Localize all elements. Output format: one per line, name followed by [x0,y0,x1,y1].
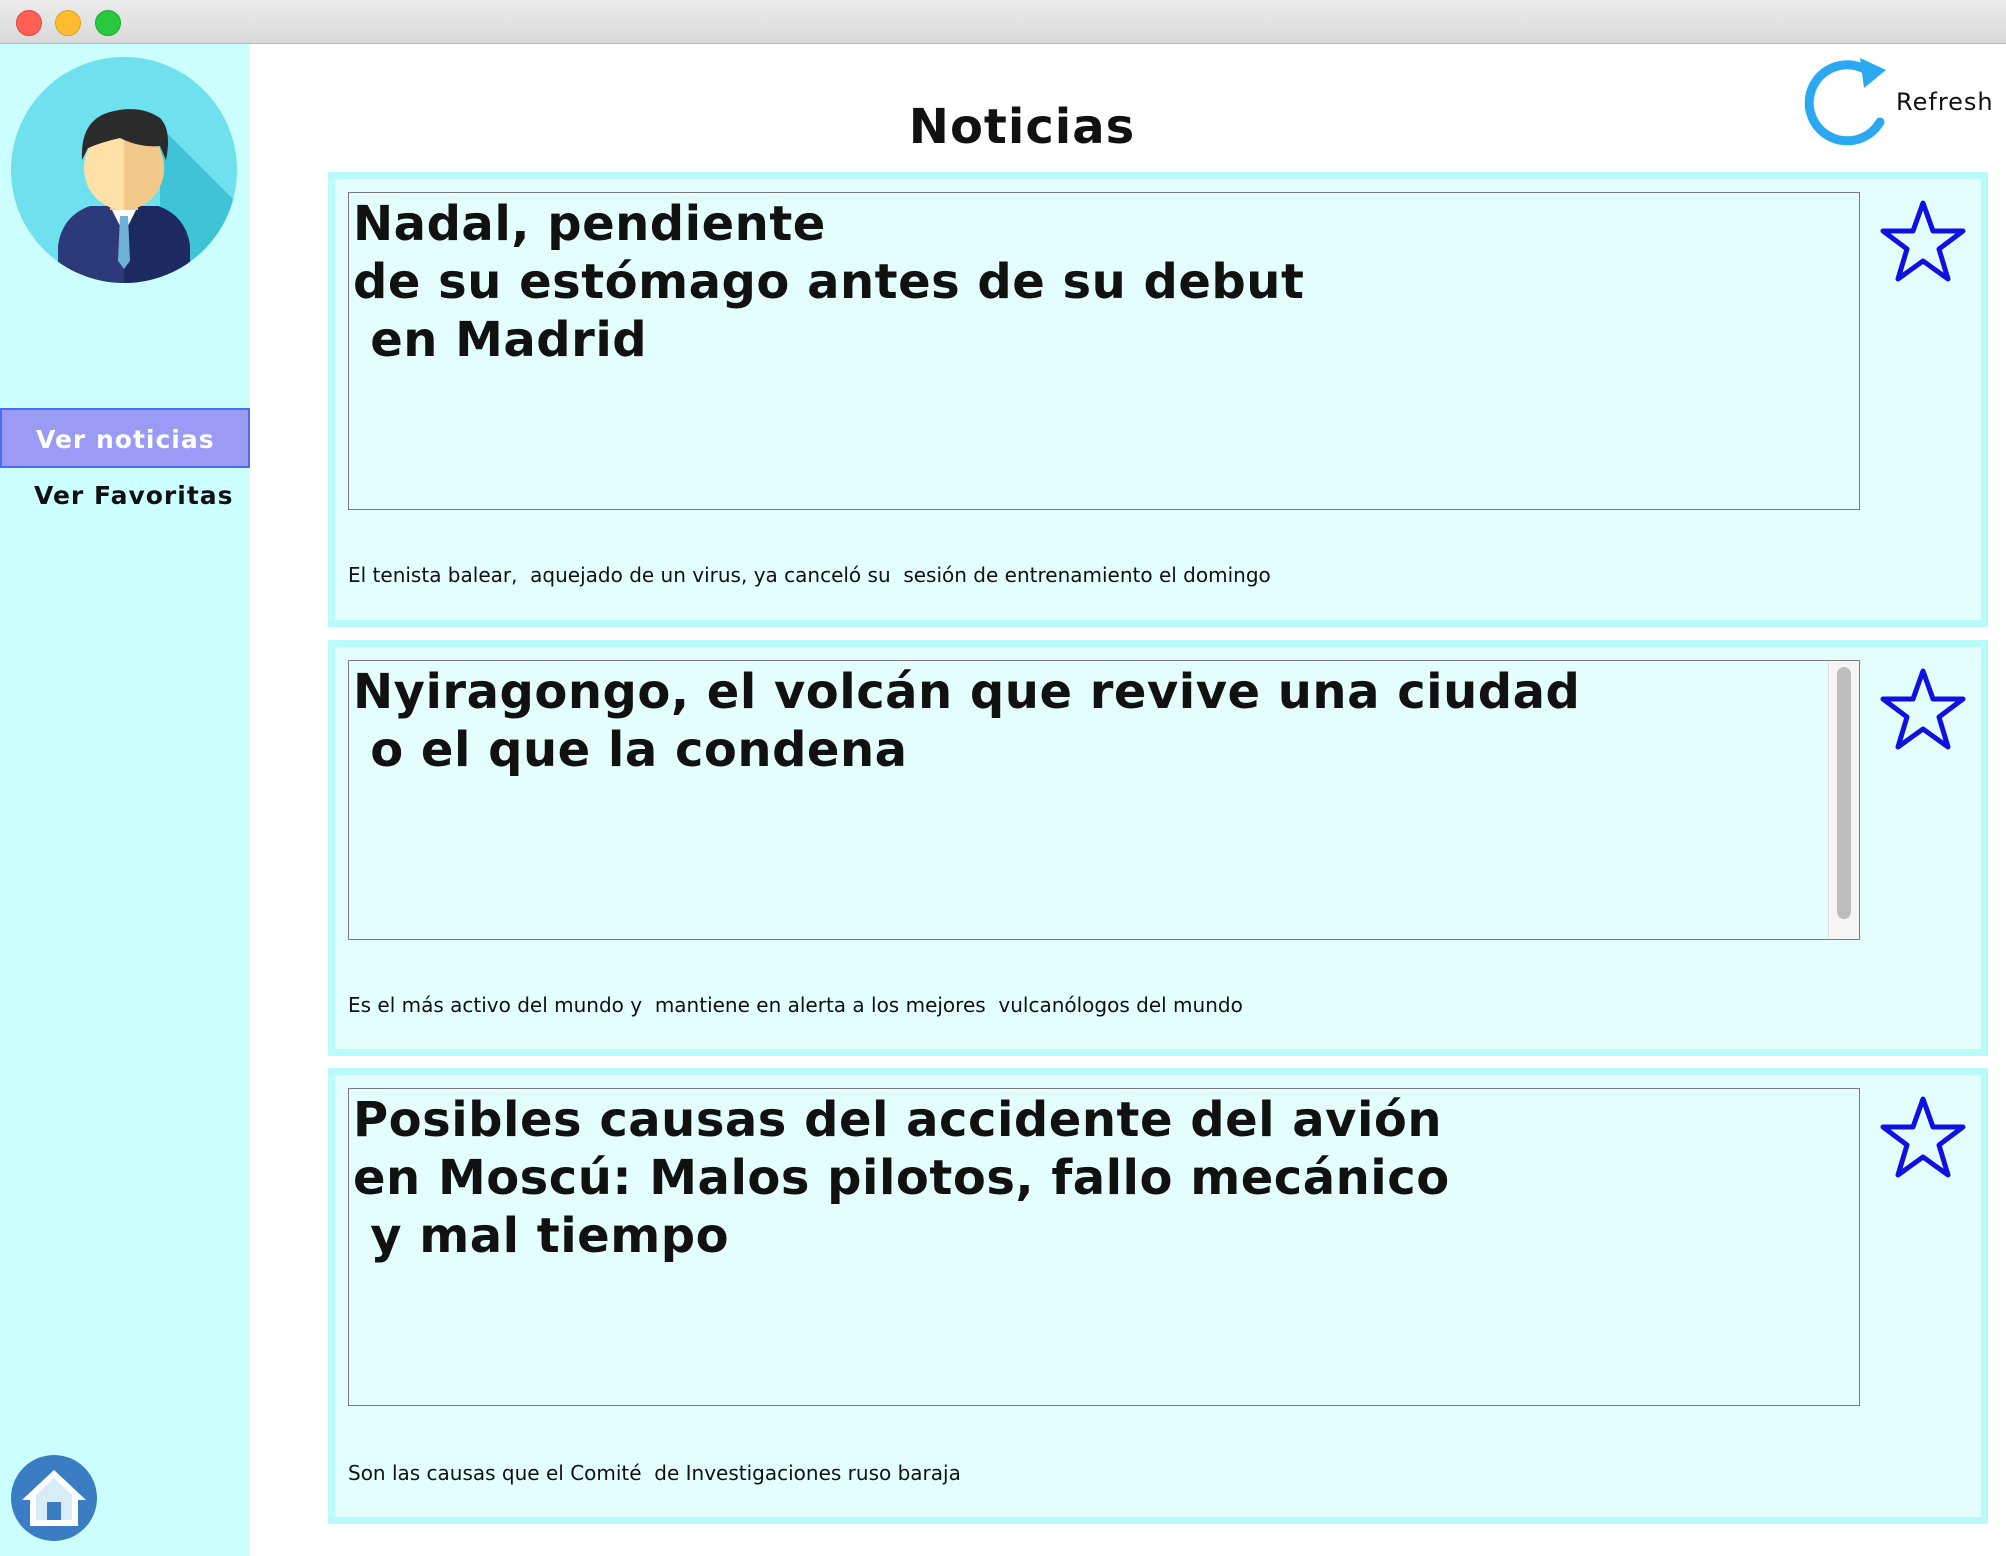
refresh-button[interactable]: Refresh [1802,52,2002,152]
favorite-star-icon[interactable] [1877,197,1969,289]
news-card: Nadal, pendiente de su estómago antes de… [328,172,1988,627]
headline-textarea[interactable]: Posibles causas del accidente del avión … [348,1088,1860,1406]
refresh-label: Refresh [1896,88,1994,116]
nav-ver-noticias[interactable]: Ver noticias [0,408,250,468]
favorite-star-icon[interactable] [1877,665,1969,757]
news-summary: El tenista balear, aquejado de un virus,… [348,563,1271,587]
minimize-window-button[interactable] [55,10,81,36]
page-title: Noticias [908,99,1136,155]
refresh-icon [1804,58,1886,146]
main-content: Noticias Refresh Nadal, pendiente de su … [250,44,2006,1556]
favorite-star-icon[interactable] [1877,1093,1969,1185]
vertical-scrollbar[interactable] [1828,661,1859,939]
news-card: Nyiragongo, el volcán que revive una ciu… [328,640,1988,1056]
news-headline: Posibles causas del accidente del avión … [353,1092,1450,1264]
maximize-window-button[interactable] [95,10,121,36]
user-avatar-icon [10,56,238,284]
headline-textarea[interactable]: Nyiragongo, el volcán que revive una ciu… [348,660,1860,940]
sidebar: Ver noticias Ver Favoritas [0,44,250,1556]
close-window-button[interactable] [16,10,42,36]
scrollbar-thumb[interactable] [1837,667,1851,919]
home-icon[interactable] [10,1454,98,1542]
news-headline: Nadal, pendiente de su estómago antes de… [353,196,1305,368]
nav-ver-favoritas[interactable]: Ver Favoritas [0,466,250,526]
news-summary: Es el más activo del mundo y mantiene en… [348,993,1243,1017]
news-summary: Son las causas que el Comité de Investig… [348,1461,961,1485]
headline-textarea[interactable]: Nadal, pendiente de su estómago antes de… [348,192,1860,510]
window-titlebar [0,0,2006,44]
news-headline: Nyiragongo, el volcán que revive una ciu… [353,664,1581,778]
news-card: Posibles causas del accidente del avión … [328,1068,1988,1524]
